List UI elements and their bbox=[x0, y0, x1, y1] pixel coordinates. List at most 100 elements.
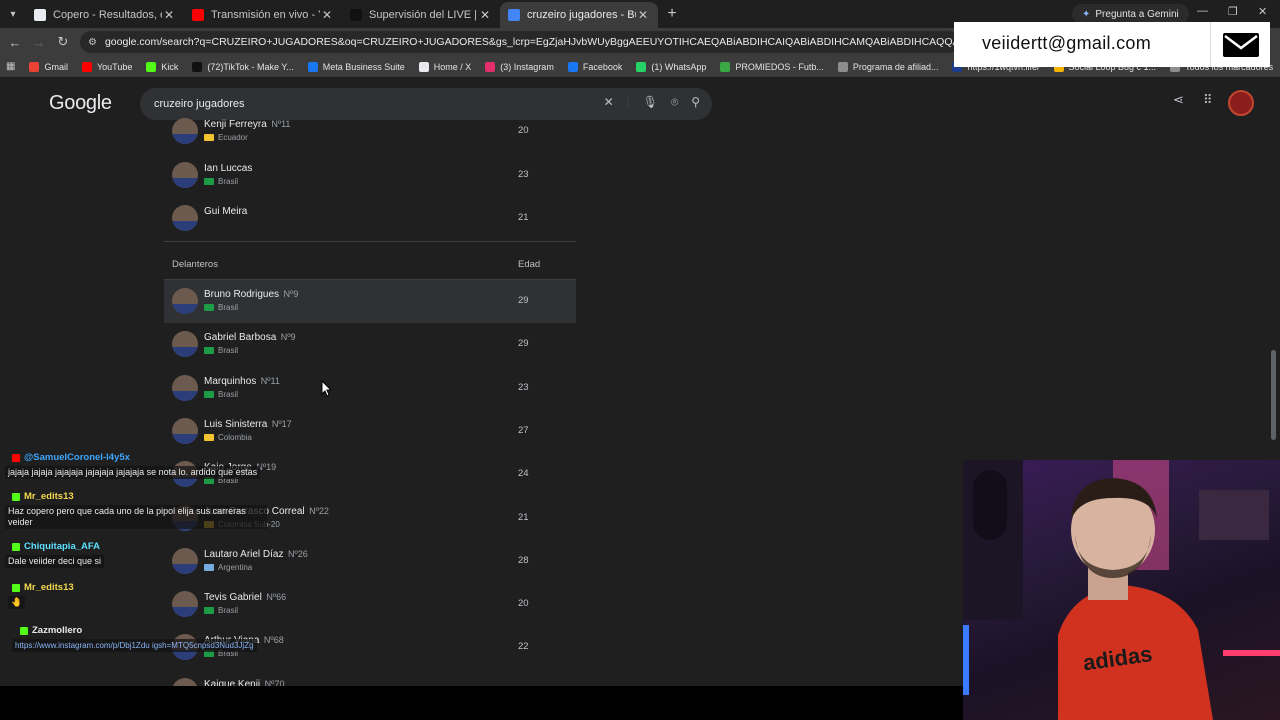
section-divider bbox=[164, 241, 576, 242]
browser-tab[interactable]: cruzeiro jugadores - Buscar con✕ bbox=[500, 2, 658, 28]
bookmark-item[interactable]: Home / X bbox=[418, 61, 472, 72]
player-name: Kaique Kenji Nº70 bbox=[204, 679, 284, 686]
player-photo bbox=[172, 118, 198, 144]
avatar[interactable] bbox=[1228, 90, 1254, 116]
player-row[interactable]: Luis Sinisterra Nº17 Colombia 27 bbox=[164, 410, 576, 453]
bookmark-icon bbox=[485, 61, 496, 72]
player-age: 28 bbox=[518, 555, 529, 566]
player-country: Brasil bbox=[218, 346, 239, 355]
bookmark-item[interactable]: PROMIEDOS - Futb... bbox=[720, 61, 824, 72]
country-flag-icon bbox=[204, 178, 214, 185]
bookmark-label: Meta Business Suite bbox=[322, 61, 405, 72]
reload-icon[interactable]: ↻ bbox=[51, 34, 75, 50]
bookmark-label: Kick bbox=[161, 61, 179, 72]
page-scrollbar[interactable] bbox=[1271, 350, 1276, 440]
tab-favicon-icon bbox=[508, 9, 520, 21]
bookmark-label: Facebook bbox=[582, 61, 623, 72]
player-age: 24 bbox=[518, 468, 529, 479]
player-name: Ian Luccas bbox=[204, 163, 253, 174]
google-logo[interactable]: Google bbox=[49, 92, 112, 115]
player-row[interactable]: Marquinhos Nº11 Brasil 23 bbox=[164, 367, 576, 410]
bookmark-label: PROMIEDOS - Futb... bbox=[735, 61, 824, 72]
bookmark-label: Programa de afiliad... bbox=[852, 61, 939, 72]
share-icon[interactable]: ⋖ bbox=[1173, 92, 1184, 108]
chat-badge-icon bbox=[12, 453, 20, 462]
player-row[interactable]: Gui Meira 21 bbox=[164, 197, 576, 240]
player-name: Luis Sinisterra Nº17 bbox=[204, 419, 292, 430]
bookmark-label: (3) Instagram bbox=[500, 61, 554, 72]
chat-username: Mr_edits13 bbox=[12, 582, 74, 593]
tab-title: Copero - Resultados, estadísti bbox=[53, 9, 162, 21]
section-title: Delanteros bbox=[172, 259, 218, 270]
browser-tab[interactable]: Transmisión en vivo - YouTube✕ bbox=[184, 2, 342, 28]
player-age: 20 bbox=[518, 598, 529, 609]
tab-close-icon[interactable]: ✕ bbox=[478, 8, 492, 22]
bottom-black-strip bbox=[0, 686, 963, 720]
player-country: Brasil bbox=[218, 303, 239, 312]
gemini-button[interactable]: ✦ Pregunta a Gemini bbox=[1072, 4, 1189, 24]
bookmark-item[interactable]: Facebook bbox=[567, 61, 623, 72]
envelope-icon bbox=[1210, 22, 1270, 67]
site-info-icon[interactable]: ⚙ bbox=[88, 37, 97, 48]
tabs: Copero - Resultados, estadísti✕Transmisi… bbox=[26, 0, 658, 28]
tab-search-icon[interactable]: ▾ bbox=[0, 0, 26, 28]
bookmark-label: (1) WhatsApp bbox=[651, 61, 707, 72]
player-row[interactable]: Gabriel Barbosa Nº9 Brasil 29 bbox=[164, 323, 576, 366]
player-country: Ecuador bbox=[218, 133, 248, 142]
clear-icon[interactable]: ✕ bbox=[604, 95, 614, 110]
apps-grid-icon[interactable]: ▦ bbox=[6, 61, 15, 72]
player-name: Gabriel Barbosa Nº9 bbox=[204, 332, 296, 343]
bookmark-item[interactable]: Gmail bbox=[29, 61, 68, 72]
player-number: Nº70 bbox=[262, 679, 285, 686]
webcam-scene: adidas bbox=[963, 460, 1280, 720]
bookmark-label: YouTube bbox=[96, 61, 133, 72]
bookmark-item[interactable]: Meta Business Suite bbox=[307, 61, 405, 72]
bookmark-icon bbox=[29, 61, 40, 72]
bookmark-item[interactable]: Programa de afiliad... bbox=[837, 61, 939, 72]
player-row[interactable]: Kaique Kenji Nº70 bbox=[164, 670, 576, 686]
player-row[interactable]: Ian Luccas Brasil 23 bbox=[164, 154, 576, 197]
search-divider: | bbox=[626, 95, 630, 109]
tab-close-icon[interactable]: ✕ bbox=[320, 8, 334, 22]
chat-username-text: Chiquitapia_AFA bbox=[24, 541, 101, 552]
bookmark-item[interactable]: (72)TikTok - Make Y... bbox=[192, 61, 294, 72]
bookmark-label: Home / X bbox=[433, 61, 472, 72]
chat-message: jajaja jajaja jajajaja jajajaja jajajaja… bbox=[5, 466, 261, 479]
player-number: Nº22 bbox=[306, 506, 329, 516]
browser-tab[interactable]: Supervisión del LIVE | Centro L✕ bbox=[342, 2, 500, 28]
google-apps-icon[interactable]: ⠿ bbox=[1203, 92, 1213, 108]
tab-title: Transmisión en vivo - YouTube bbox=[211, 9, 320, 21]
player-number: Nº9 bbox=[281, 289, 299, 299]
bookmark-icon bbox=[418, 61, 429, 72]
back-icon[interactable]: ← bbox=[3, 35, 27, 50]
new-tab-icon[interactable]: + bbox=[658, 5, 686, 23]
restore-icon[interactable]: ❐ bbox=[1228, 5, 1238, 18]
player-number: Nº17 bbox=[269, 419, 292, 429]
player-number: Nº9 bbox=[278, 332, 296, 342]
player-name: Marquinhos Nº11 bbox=[204, 376, 280, 387]
stream-chat-overlay: @SamuelCoronel-l4y5x jajaja jajaja jajaja… bbox=[0, 448, 300, 668]
player-row[interactable]: Kenji Ferreyra Nº11 Ecuador 20 bbox=[164, 110, 576, 153]
bookmark-item[interactable]: (3) Instagram bbox=[485, 61, 554, 72]
country-flag-icon bbox=[204, 134, 214, 141]
tab-close-icon[interactable]: ✕ bbox=[636, 8, 650, 22]
browser-tab[interactable]: Copero - Resultados, estadísti✕ bbox=[26, 2, 184, 28]
bookmark-item[interactable]: (1) WhatsApp bbox=[636, 61, 707, 72]
close-window-icon[interactable]: ✕ bbox=[1258, 5, 1267, 18]
player-row[interactable]: Bruno Rodrigues Nº9 Brasil 29 bbox=[164, 280, 576, 323]
tab-close-icon[interactable]: ✕ bbox=[162, 8, 176, 22]
player-age: 21 bbox=[518, 512, 529, 523]
player-age: 20 bbox=[518, 125, 529, 136]
lens-icon[interactable]: ⌾ bbox=[671, 95, 678, 110]
address-bar[interactable]: ⚙ google.com/search?q=CRUZEIRO+JUGADORES… bbox=[80, 31, 960, 53]
tab-favicon-icon bbox=[192, 9, 204, 21]
microphone-icon[interactable]: 🎙 bbox=[643, 95, 658, 110]
forward-icon[interactable]: → bbox=[27, 35, 51, 50]
chat-message: Haz copero pero que cada uno de la pipol… bbox=[5, 505, 267, 529]
bookmark-item[interactable]: Kick bbox=[146, 61, 179, 72]
player-photo bbox=[172, 418, 198, 444]
email-address: veiidertt@gmail.com bbox=[982, 33, 1152, 53]
bookmark-item[interactable]: YouTube bbox=[81, 61, 133, 72]
search-icon[interactable]: ⚲ bbox=[691, 95, 700, 110]
minimize-icon[interactable]: — bbox=[1197, 5, 1208, 17]
